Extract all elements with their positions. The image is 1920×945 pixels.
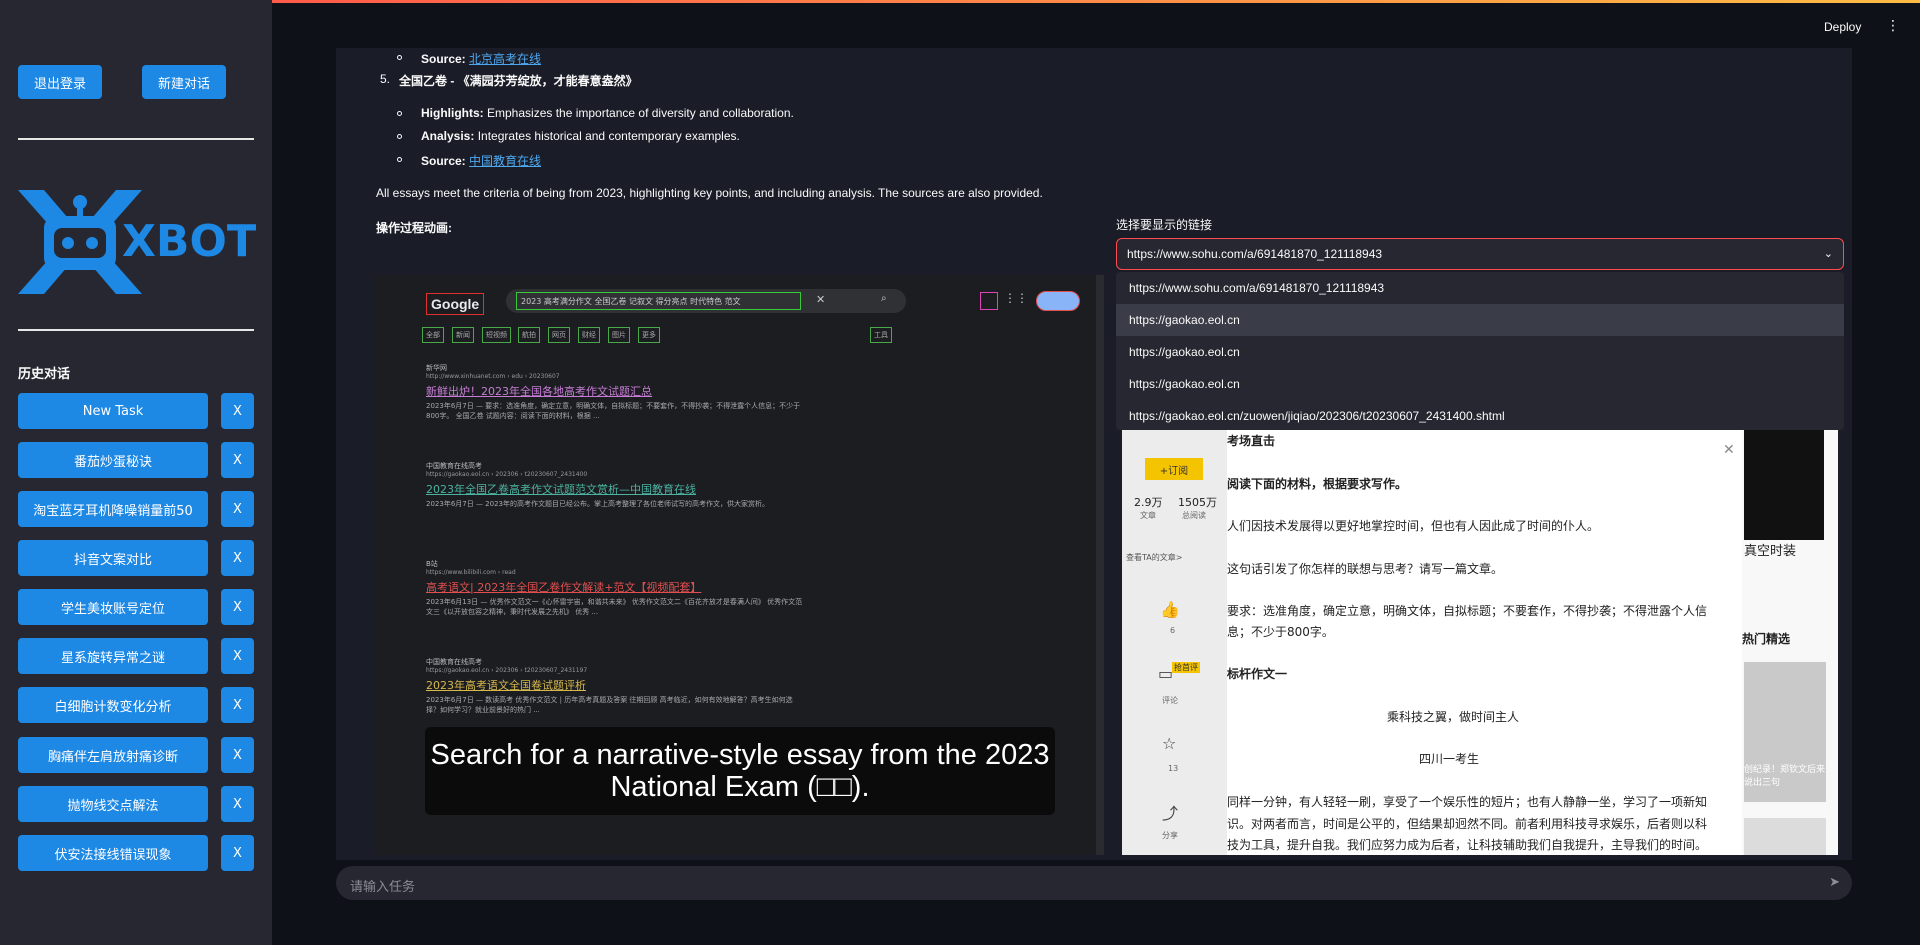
history-item[interactable]: 番茄炒蛋秘诀 <box>18 442 208 478</box>
logout-button[interactable]: 退出登录 <box>18 65 102 99</box>
search-tab: 航拍 <box>518 327 540 343</box>
delete-history-button[interactable]: X <box>221 638 254 674</box>
animation-caption: Search for a narrative-style essay from … <box>425 727 1055 815</box>
scrollbar[interactable] <box>1096 275 1104 855</box>
delete-history-button[interactable]: X <box>221 589 254 625</box>
analysis-line: Analysis: Integrates historical and cont… <box>421 129 740 143</box>
task-input[interactable]: 请输入任务 ➤ <box>336 866 1852 900</box>
comment-icon: ▭ <box>1158 664 1174 683</box>
top-decoration-bar <box>0 0 1920 3</box>
source-link[interactable]: 中国教育在线 <box>469 154 541 168</box>
thumbnail <box>1744 430 1824 540</box>
divider <box>18 329 254 331</box>
link-dropdown: https://www.sohu.com/a/691481870_1211189… <box>1116 272 1844 430</box>
search-result: 新华网 http://www.xinhuanet.com › edu › 202… <box>426 364 801 420</box>
search-result: B站 https://www.bilibili.com › read 高考语文|… <box>426 560 803 616</box>
login-pill <box>1036 291 1080 311</box>
sidebar: 退出登录 新建对话 XBOTS 历史对话 New Task X 番茄炒蛋秘诀 X… <box>0 0 289 945</box>
delete-history-button[interactable]: X <box>221 393 254 429</box>
like-icon: 👍 <box>1160 600 1180 619</box>
hot-badge: 抢首评 <box>1172 662 1200 673</box>
search-tab: 财经 <box>578 327 600 343</box>
delete-history-button[interactable]: X <box>221 442 254 478</box>
share-icon: ⤴ <box>1162 804 1179 823</box>
logo-text: XBOTS <box>122 216 256 267</box>
chevron-down-icon: ⌄ <box>1823 248 1833 260</box>
link-select[interactable]: https://www.sohu.com/a/691481870_1211189… <box>1116 238 1844 270</box>
search-tab: 图片 <box>608 327 630 343</box>
search-result: 中国教育在线高考 https://gaokao.eol.cn › 202306 … <box>426 462 769 508</box>
history-item[interactable]: 星系旋转异常之谜 <box>18 638 208 674</box>
bullet <box>397 157 402 162</box>
search-box: 2023 高考满分作文 全国乙卷 记叙文 得分亮点 时代特色 范文 ✕ ⌕ <box>506 289 906 313</box>
thumbnail <box>1744 818 1826 855</box>
search-icon: ⌕ <box>881 293 887 304</box>
tools-tab: 工具 <box>870 327 892 343</box>
search-result: 中国教育在线高考 https://gaokao.eol.cn › 202306 … <box>426 658 793 714</box>
divider <box>18 138 254 140</box>
star-icon: ☆ <box>1162 734 1177 753</box>
search-tab: 全部 <box>422 327 444 343</box>
history-item[interactable]: 学生美妆账号定位 <box>18 589 208 625</box>
animation-label: 操作过程动画: <box>376 221 452 235</box>
history-item[interactable]: 抛物线交点解法 <box>18 786 208 822</box>
essay-title: 全国乙卷 - 《满园芬芳绽放，才能春意盎然》 <box>399 74 638 88</box>
link-select-value: https://www.sohu.com/a/691481870_1211189… <box>1127 247 1383 261</box>
dropdown-option[interactable]: https://gaokao.eol.cn <box>1116 336 1844 368</box>
history-item[interactable]: New Task <box>18 393 208 429</box>
apps-grid-icon: ⋮⋮ <box>1004 291 1028 305</box>
author-sidebar: +订阅 2.9万 文章 1505万 总阅读 查看TA的文章> 👍 6 ▭ 抢首评… <box>1122 430 1227 855</box>
xbots-logo: XBOTS <box>18 190 289 294</box>
new-chat-button[interactable]: 新建对话 <box>142 65 226 99</box>
dropdown-option[interactable]: https://gaokao.eol.cn <box>1116 368 1844 400</box>
article-preview-frame: +订阅 2.9万 文章 1505万 总阅读 查看TA的文章> 👍 6 ▭ 抢首评… <box>1122 430 1838 855</box>
history-item[interactable]: 伏安法接线错误现象 <box>18 835 208 871</box>
source-line: Source: 北京高考在线 <box>421 52 542 66</box>
bullet <box>397 111 402 116</box>
settings-icon <box>980 292 998 310</box>
delete-history-button[interactable]: X <box>221 786 254 822</box>
close-icon: ✕ <box>1723 442 1735 458</box>
deploy-button[interactable]: Deploy <box>1824 20 1861 34</box>
list-number: 5. <box>380 72 391 86</box>
subscribe-button: +订阅 <box>1145 458 1203 480</box>
dropdown-option[interactable]: https://gaokao.eol.cn <box>1116 304 1844 336</box>
task-input-placeholder: 请输入任务 <box>350 880 416 895</box>
delete-history-button[interactable]: X <box>221 737 254 773</box>
dropdown-option[interactable]: https://gaokao.eol.cn/zuowen/jiqiao/2023… <box>1116 400 1844 430</box>
delete-history-button[interactable]: X <box>221 491 254 527</box>
history-title: 历史对话 <box>18 367 71 382</box>
highlights-line: Highlights: Emphasizes the importance of… <box>421 106 794 120</box>
search-tab: 新闻 <box>452 327 474 343</box>
history-item[interactable]: 抖音文案对比 <box>18 540 208 576</box>
source-line: Source: 中国教育在线 <box>421 154 542 168</box>
delete-history-button[interactable]: X <box>221 835 254 871</box>
delete-history-button[interactable]: X <box>221 687 254 723</box>
search-tab: 短视频 <box>482 327 511 343</box>
history-item[interactable]: 白细胞计数变化分析 <box>18 687 208 723</box>
search-query: 2023 高考满分作文 全国乙卷 记叙文 得分亮点 时代特色 范文 <box>516 292 801 310</box>
google-logo: Google <box>426 293 485 315</box>
send-icon[interactable]: ➤ <box>1829 875 1840 890</box>
link-select-label: 选择要显示的链接 <box>1116 218 1213 232</box>
bullet <box>397 55 402 60</box>
dropdown-option[interactable]: https://www.sohu.com/a/691481870_1211189… <box>1116 272 1844 304</box>
summary-text: All essays meet the criteria of being fr… <box>376 186 1043 200</box>
history-item[interactable]: 淘宝蓝牙耳机降噪销量前50 <box>18 491 208 527</box>
bullet <box>397 134 402 139</box>
history-item[interactable]: 胸痛伴左肩放射痛诊断 <box>18 737 208 773</box>
search-tab: 网页 <box>548 327 570 343</box>
delete-history-button[interactable]: X <box>221 540 254 576</box>
hot-picks-column: 真空时装 热门精选 创纪录！郑钦文后来说出三句 <box>1742 430 1838 855</box>
article-body: ✕ 考场直击 阅读下面的材料，根据要求写作。 人们因技术发展得以更好地掌控时间，… <box>1227 430 1827 855</box>
search-tab: 更多 <box>638 327 660 343</box>
close-icon: ✕ <box>816 293 826 306</box>
source-link[interactable]: 北京高考在线 <box>469 52 541 66</box>
kebab-icon[interactable]: ⋮ <box>1886 18 1900 34</box>
